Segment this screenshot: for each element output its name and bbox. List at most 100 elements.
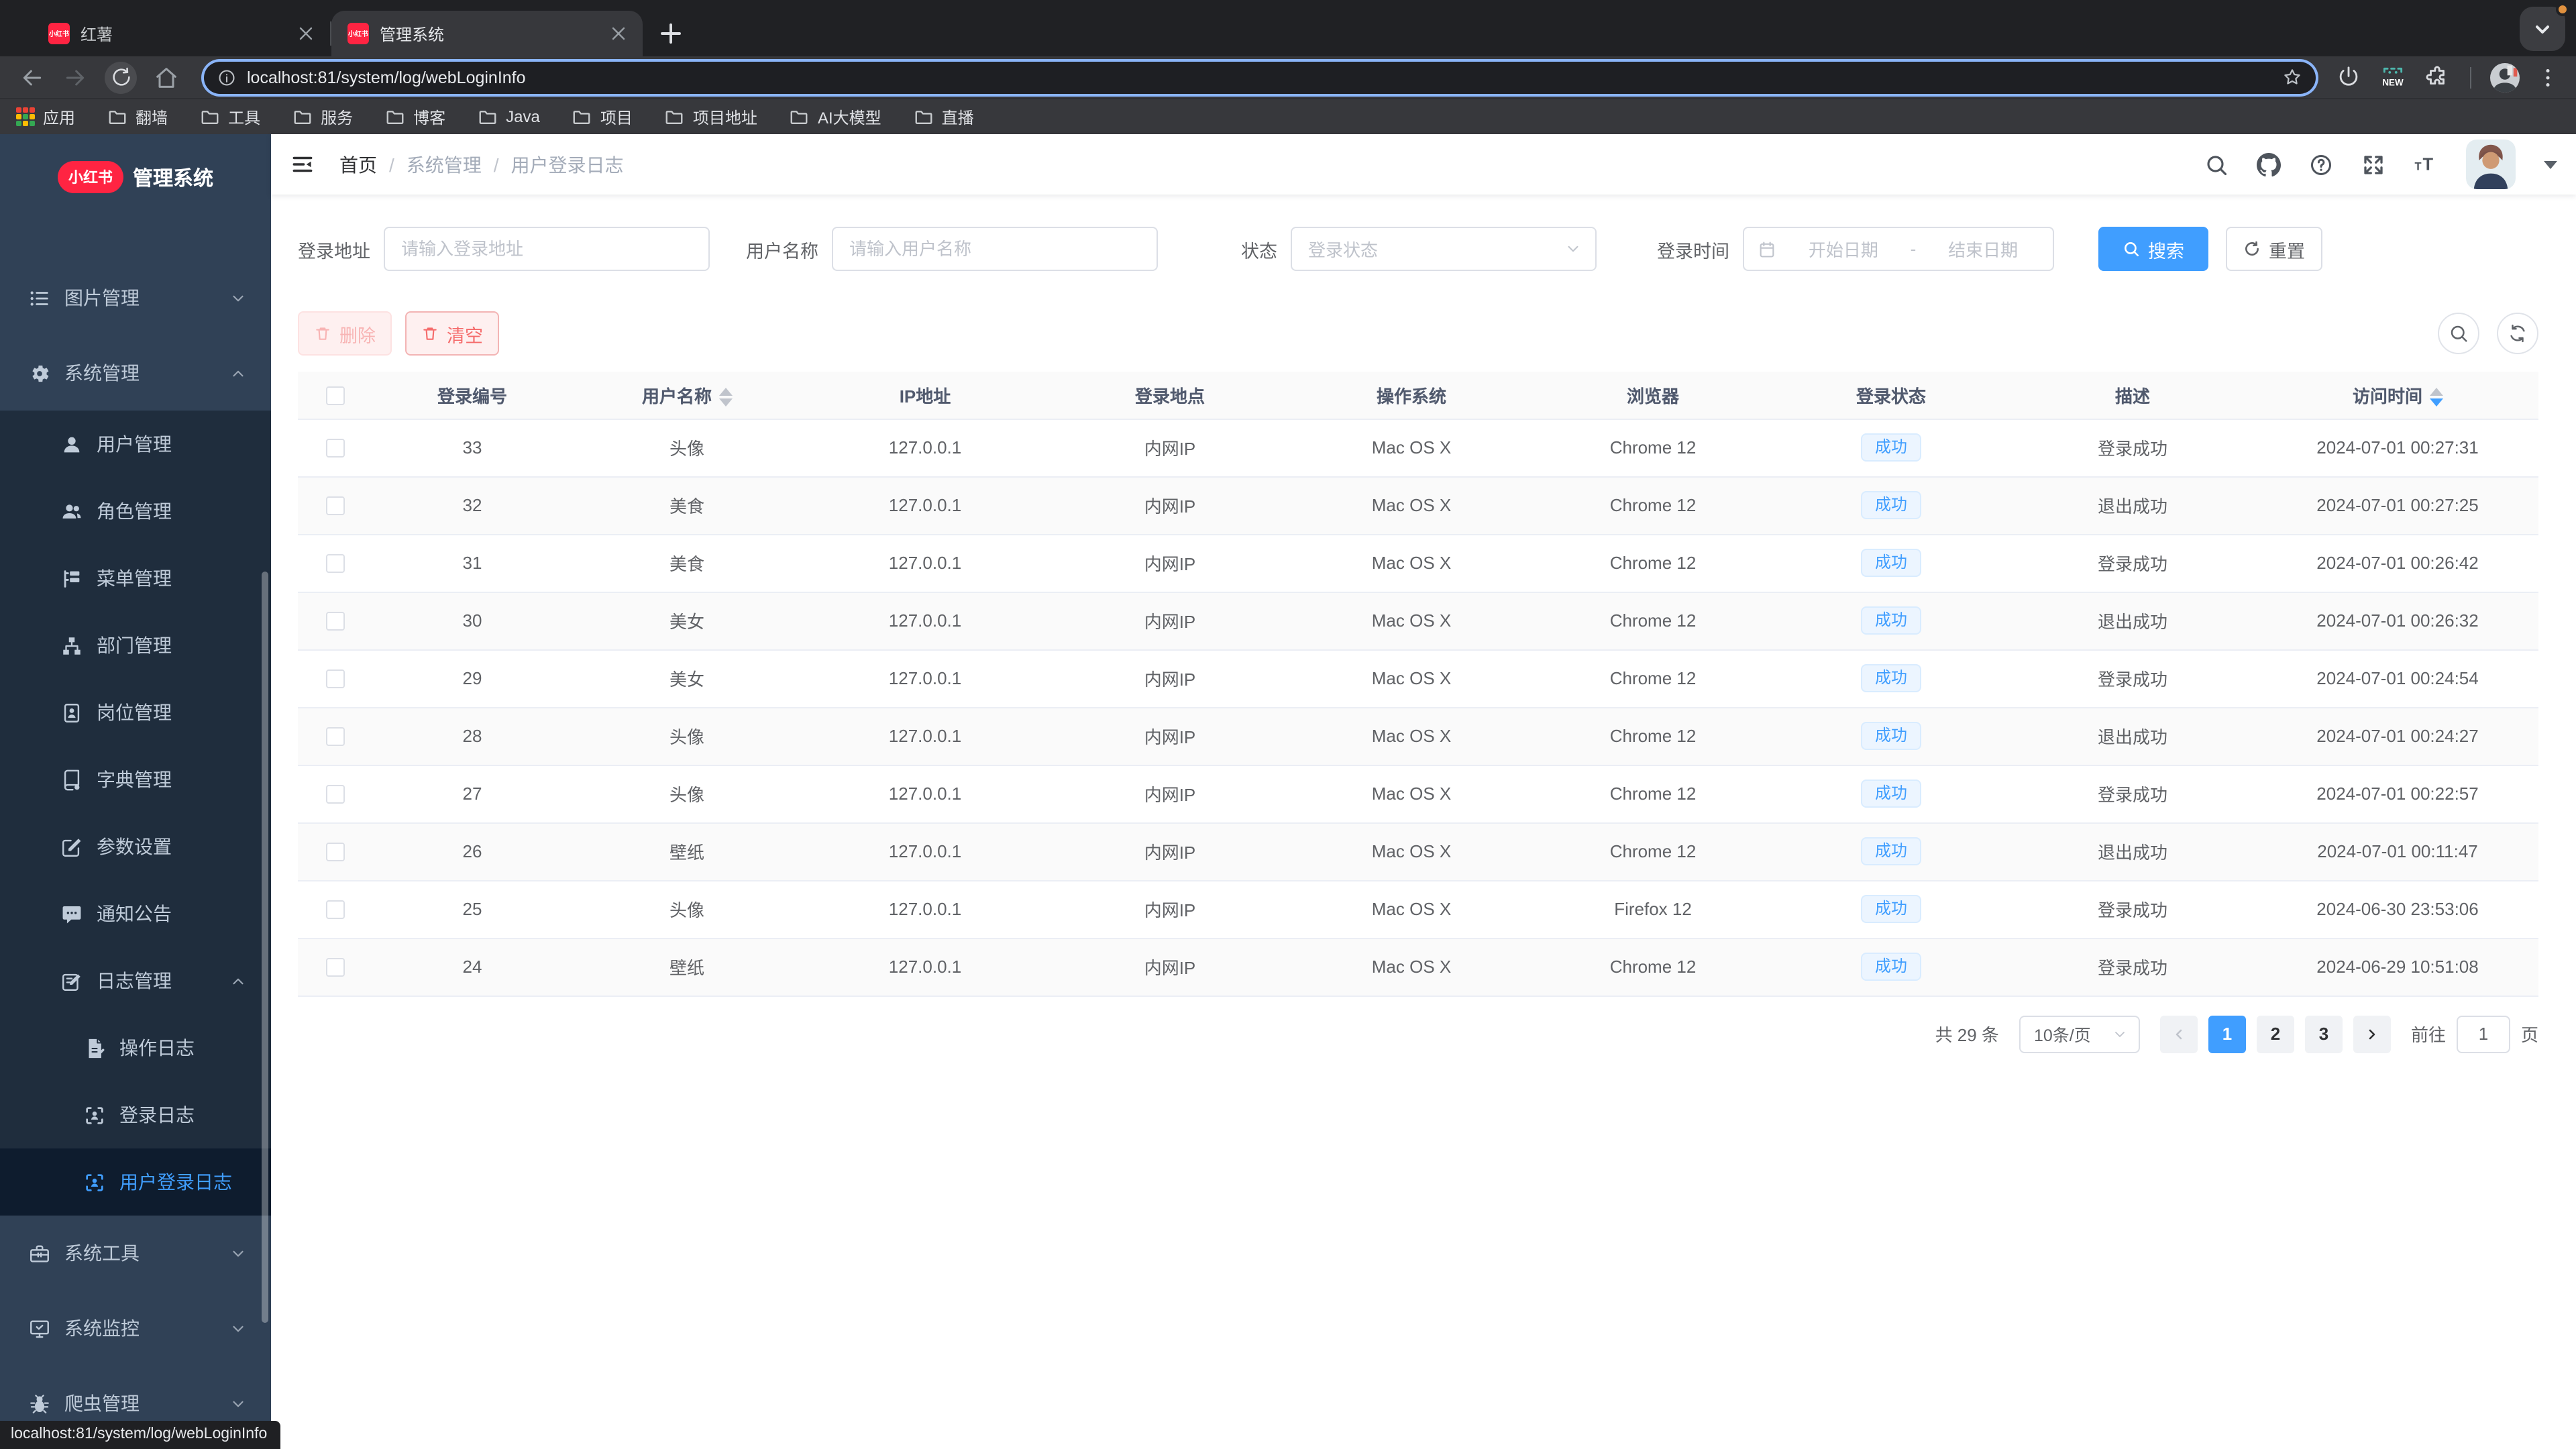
sidebar-item-通知公告[interactable]: 通知公告 — [0, 880, 271, 947]
table-row[interactable]: 29 美女 127.0.0.1 内网IP Mac OS X Chrome 12 … — [298, 649, 2538, 708]
sidebar-item-部门管理[interactable]: 部门管理 — [0, 612, 271, 679]
browser-profile-avatar[interactable] — [2490, 62, 2520, 92]
bookmark-apps[interactable]: 应用 — [16, 105, 75, 128]
sidebar-item-图片管理[interactable]: 图片管理 — [0, 260, 271, 335]
user-avatar[interactable] — [2466, 140, 2516, 189]
tab-search-button[interactable] — [2520, 3, 2569, 51]
sidebar-item-日志管理[interactable]: 日志管理 — [0, 947, 271, 1014]
delete-button[interactable]: 删除 — [298, 311, 392, 356]
url-text[interactable]: localhost:81/system/log/webLoginInfo — [247, 68, 2271, 87]
bookmark-folder[interactable]: 服务 — [292, 105, 353, 128]
breadcrumb-item[interactable]: 系统管理 — [407, 151, 482, 178]
row-checkbox[interactable] — [325, 669, 344, 689]
bookmark-folder[interactable]: 项目 — [572, 105, 633, 128]
next-page-button[interactable] — [2353, 1015, 2391, 1053]
bookmark-folder[interactable]: Java — [478, 107, 540, 127]
tab-close-icon[interactable] — [295, 23, 317, 44]
extensions-puzzle-icon[interactable] — [2424, 64, 2450, 90]
new-tab-button[interactable] — [653, 16, 688, 51]
site-info-icon[interactable] — [217, 68, 236, 87]
row-checkbox[interactable] — [325, 900, 344, 920]
sidebar-item-参数设置[interactable]: 参数设置 — [0, 813, 271, 880]
sidebar-item-操作日志[interactable]: 操作日志 — [0, 1014, 271, 1081]
power-extension-icon[interactable] — [2336, 64, 2361, 90]
browser-tab-1[interactable]: 小红书 红薯 — [32, 11, 330, 56]
bookmark-folder[interactable]: 翻墙 — [107, 105, 168, 128]
sidebar-scrollbar[interactable] — [262, 572, 268, 1323]
sidebar-item-角色管理[interactable]: 角色管理 — [0, 478, 271, 545]
toggle-search-button[interactable] — [2438, 313, 2479, 354]
table-row[interactable]: 30 美女 127.0.0.1 内网IP Mac OS X Chrome 12 … — [298, 592, 2538, 650]
home-icon[interactable] — [153, 64, 180, 91]
sidebar-item-菜单管理[interactable]: 菜单管理 — [0, 545, 271, 612]
table-row[interactable]: 28 头像 127.0.0.1 内网IP Mac OS X Chrome 12 … — [298, 707, 2538, 765]
sidebar-item-用户管理[interactable]: 用户管理 — [0, 411, 271, 478]
bookmark-folder[interactable]: 博客 — [385, 105, 445, 128]
caret-down-icon[interactable] — [2544, 160, 2557, 168]
login-address-input[interactable] — [384, 227, 710, 271]
status-select[interactable]: 登录状态 — [1291, 227, 1597, 271]
table-row[interactable]: 33 头像 127.0.0.1 内网IP Mac OS X Chrome 12 … — [298, 419, 2538, 477]
app-logo[interactable]: 小红书 管理系统 — [0, 134, 271, 220]
browser-menu-kebab-icon[interactable] — [2536, 65, 2560, 89]
bookmark-folder[interactable]: 直播 — [914, 105, 974, 128]
row-checkbox[interactable] — [325, 785, 344, 804]
sidebar-item-系统工具[interactable]: 系统工具 — [0, 1216, 271, 1291]
sort-caret-icon[interactable] — [718, 388, 732, 407]
page-button-2[interactable]: 2 — [2256, 1015, 2294, 1053]
font-size-icon[interactable]: TT — [2414, 152, 2438, 176]
end-date-placeholder[interactable]: 结束日期 — [1927, 236, 2039, 262]
browser-tab-2-active[interactable]: 小红书 管理系统 — [331, 11, 643, 56]
table-row[interactable]: 24 壁纸 127.0.0.1 内网IP Mac OS X Chrome 12 … — [298, 938, 2538, 996]
new-extension-icon[interactable]: NEW — [2380, 64, 2406, 90]
table-row[interactable]: 26 壁纸 127.0.0.1 内网IP Mac OS X Chrome 12 … — [298, 822, 2538, 881]
forward-icon[interactable] — [62, 64, 89, 91]
sidebar-item-视频管理[interactable]: 视频管理 — [0, 220, 271, 260]
page-button-1[interactable]: 1 — [2208, 1015, 2246, 1053]
sort-caret-icon[interactable] — [2429, 388, 2443, 407]
fullscreen-icon[interactable] — [2361, 152, 2385, 176]
select-all-checkbox[interactable] — [325, 386, 344, 406]
reload-button[interactable] — [105, 61, 137, 93]
url-bar[interactable]: localhost:81/system/log/webLoginInfo — [204, 61, 2316, 93]
row-checkbox[interactable] — [325, 612, 344, 631]
github-icon[interactable] — [2257, 152, 2281, 176]
refresh-table-button[interactable] — [2497, 313, 2538, 354]
back-icon[interactable] — [19, 64, 46, 91]
username-input[interactable] — [832, 227, 1158, 271]
page-size-select[interactable]: 10条/页 — [2019, 1015, 2140, 1053]
search-icon[interactable] — [2204, 152, 2229, 176]
start-date-placeholder[interactable]: 开始日期 — [1787, 236, 1900, 262]
row-checkbox[interactable] — [325, 439, 344, 458]
row-checkbox[interactable] — [325, 958, 344, 977]
clear-button[interactable]: 清空 — [405, 311, 499, 356]
goto-page-input[interactable] — [2456, 1015, 2510, 1053]
breadcrumb-item[interactable]: 首页 — [339, 151, 377, 178]
table-row[interactable]: 31 美食 127.0.0.1 内网IP Mac OS X Chrome 12 … — [298, 534, 2538, 592]
column-header[interactable]: 用户名称 — [573, 372, 801, 419]
bookmark-folder[interactable]: 项目地址 — [665, 105, 757, 128]
reset-button[interactable]: 重置 — [2226, 227, 2322, 271]
table-row[interactable]: 25 头像 127.0.0.1 内网IP Mac OS X Firefox 12… — [298, 880, 2538, 938]
sidebar-item-登录日志[interactable]: 登录日志 — [0, 1081, 271, 1148]
sidebar-item-岗位管理[interactable]: 岗位管理 — [0, 679, 271, 746]
table-row[interactable]: 27 头像 127.0.0.1 内网IP Mac OS X Chrome 12 … — [298, 765, 2538, 823]
help-icon[interactable] — [2309, 152, 2333, 176]
bookmark-folder[interactable]: 工具 — [200, 105, 260, 128]
sidebar-item-系统管理[interactable]: 系统管理 — [0, 335, 271, 411]
tab-close-icon[interactable] — [608, 23, 629, 44]
table-row[interactable]: 32 美食 127.0.0.1 内网IP Mac OS X Chrome 12 … — [298, 476, 2538, 535]
sidebar-collapse-icon[interactable] — [290, 152, 315, 177]
search-button[interactable]: 搜索 — [2098, 227, 2208, 271]
column-header[interactable]: 访问时间 — [2257, 372, 2538, 419]
page-button-3[interactable]: 3 — [2304, 1015, 2343, 1053]
bookmark-star-icon[interactable] — [2282, 67, 2302, 87]
date-range-picker[interactable]: 开始日期 - 结束日期 — [1743, 227, 2054, 271]
bookmark-folder[interactable]: AI大模型 — [790, 105, 881, 128]
row-checkbox[interactable] — [325, 727, 344, 747]
sidebar-item-用户登录日志[interactable]: 用户登录日志 — [0, 1148, 271, 1216]
row-checkbox[interactable] — [325, 496, 344, 516]
prev-page-button[interactable] — [2159, 1015, 2198, 1053]
sidebar-item-系统监控[interactable]: 系统监控 — [0, 1291, 271, 1366]
row-checkbox[interactable] — [325, 843, 344, 862]
